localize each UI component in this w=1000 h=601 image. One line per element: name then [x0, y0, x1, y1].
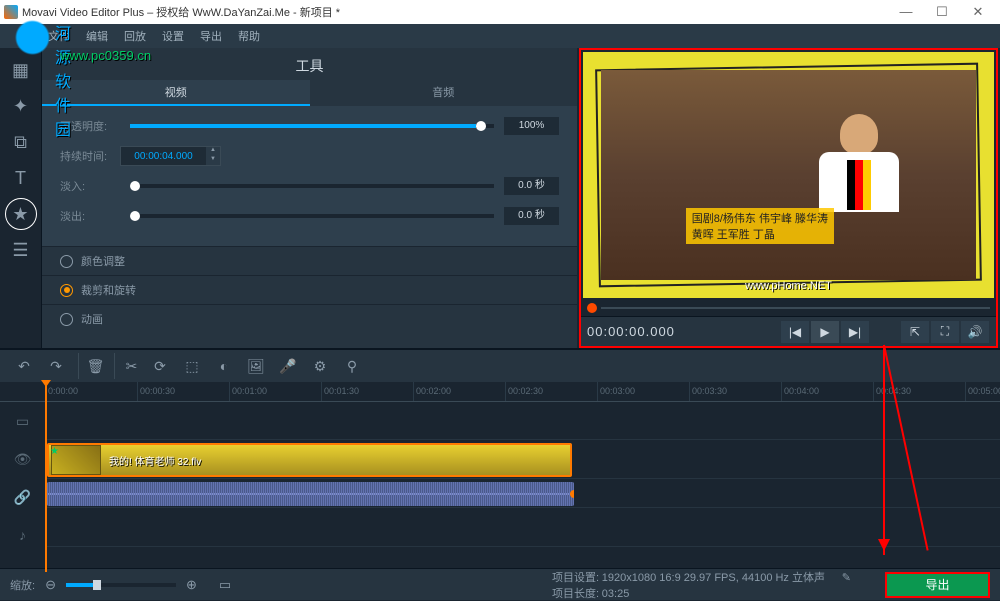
mic-button[interactable]: 🎤	[274, 353, 302, 379]
track-icon-audio[interactable]: 🔗	[0, 478, 45, 516]
next-frame-button[interactable]: ▶|	[841, 321, 869, 343]
zoom-slider[interactable]	[66, 583, 176, 587]
redo-button[interactable]: ↷	[42, 353, 70, 379]
fadeout-slider[interactable]	[130, 214, 494, 218]
menu-settings[interactable]: 设置	[154, 28, 192, 44]
timecode: 00:00:00.000	[587, 324, 675, 339]
track-icon-overlay[interactable]: ▭	[0, 402, 45, 440]
window-title: Movavi Video Editor Plus – 授权给 WwW.DaYan…	[22, 4, 888, 20]
export-button[interactable]: 导出	[885, 572, 990, 598]
fadein-label: 淡入:	[60, 178, 120, 194]
video-clip[interactable]: ★ 我的! 体育老师 32.flv	[47, 443, 572, 477]
play-button[interactable]: ▶	[811, 321, 839, 343]
zoom-out-button[interactable]: ⊖	[41, 577, 60, 593]
menu-help[interactable]: 帮助	[230, 28, 268, 44]
filters-tab-icon[interactable]: ✦	[5, 90, 37, 122]
zoom-fit-button[interactable]: ▭	[215, 577, 235, 593]
fadeout-value: 0.0 秒	[504, 207, 559, 225]
fadein-value: 0.0 秒	[504, 177, 559, 195]
duration-up[interactable]: ▲	[206, 147, 220, 156]
opacity-slider[interactable]	[130, 124, 494, 128]
cut-button[interactable]: ✂	[114, 353, 142, 379]
tab-audio[interactable]: 音频	[310, 80, 578, 106]
duration-label: 持续时间:	[60, 148, 120, 164]
menu-file[interactable]: 文件	[40, 28, 78, 44]
menubar: 文件 编辑 回放 设置 导出 帮助	[0, 24, 1000, 48]
track-icon-music[interactable]: ♪	[0, 516, 45, 554]
transitions-tab-icon[interactable]: ⧉	[5, 126, 37, 158]
audio-clip[interactable]: 我的! 体育老师 32.flv	[47, 482, 574, 506]
close-button[interactable]: ✕	[960, 0, 996, 24]
tab-video[interactable]: 视频	[42, 80, 310, 106]
volume-button[interactable]: 🔊	[961, 321, 989, 343]
subtitle: 国剧8/杨伟东 伟宇峰 滕华涛黄晖 王军胜 丁晶	[686, 208, 834, 244]
zoom-label: 缩放:	[10, 577, 35, 593]
preview-video: 国剧8/杨伟东 伟宇峰 滕华涛黄晖 王军胜 丁晶 www.pHome.NET	[583, 52, 994, 298]
menu-export[interactable]: 导出	[192, 28, 230, 44]
color-button[interactable]: ◐	[210, 353, 238, 379]
menu-play[interactable]: 回放	[116, 28, 154, 44]
timeline-ruler[interactable]: 0:00:00 00:00:30 00:01:00 00:01:30 00:02…	[0, 382, 1000, 402]
popout-button[interactable]: ⇱	[901, 321, 929, 343]
crop-button[interactable]: ⬚	[178, 353, 206, 379]
section-animation[interactable]: 动画	[42, 305, 577, 333]
rotate-button[interactable]: ⟳	[146, 353, 174, 379]
adjust-button[interactable]: ⚲	[338, 353, 366, 379]
app-icon	[4, 5, 18, 19]
opacity-label: 不透明度:	[60, 118, 120, 134]
undo-button[interactable]: ↶	[10, 353, 38, 379]
duration-down[interactable]: ▼	[206, 156, 220, 165]
props-button[interactable]: ⚙	[306, 353, 334, 379]
minimize-button[interactable]: —	[888, 0, 924, 24]
fullscreen-button[interactable]: ⛶	[931, 321, 959, 343]
duration-input[interactable]: ▲▼	[120, 146, 221, 166]
section-crop[interactable]: 裁剪和旋转	[42, 276, 577, 304]
track-icon-video[interactable]: 👁	[0, 440, 45, 478]
playhead[interactable]	[45, 382, 47, 572]
fadeout-label: 淡出:	[60, 208, 120, 224]
edit-settings-icon[interactable]: ✎	[842, 572, 851, 584]
delete-button[interactable]: 🗑	[78, 353, 106, 379]
maximize-button[interactable]: ☐	[924, 0, 960, 24]
stickers-tab-icon[interactable]: ★	[5, 198, 37, 230]
media-tab-icon[interactable]: ▦	[5, 54, 37, 86]
zoom-in-button[interactable]: ⊕	[182, 577, 201, 593]
image-button[interactable]: 🖼	[242, 353, 270, 379]
seek-bar[interactable]	[581, 300, 996, 316]
project-info: 项目设置: 1920x1080 16:9 29.97 FPS, 44100 Hz…	[552, 569, 865, 601]
fadein-slider[interactable]	[130, 184, 494, 188]
video-watermark: www.pHome.NET	[745, 280, 832, 292]
opacity-value: 100%	[504, 117, 559, 135]
more-tab-icon[interactable]: ☰	[5, 234, 37, 266]
menu-edit[interactable]: 编辑	[78, 28, 116, 44]
tools-title: 工具	[42, 52, 577, 80]
titles-tab-icon[interactable]: T	[5, 162, 37, 194]
section-color[interactable]: 颜色调整	[42, 247, 577, 275]
prev-frame-button[interactable]: |◀	[781, 321, 809, 343]
